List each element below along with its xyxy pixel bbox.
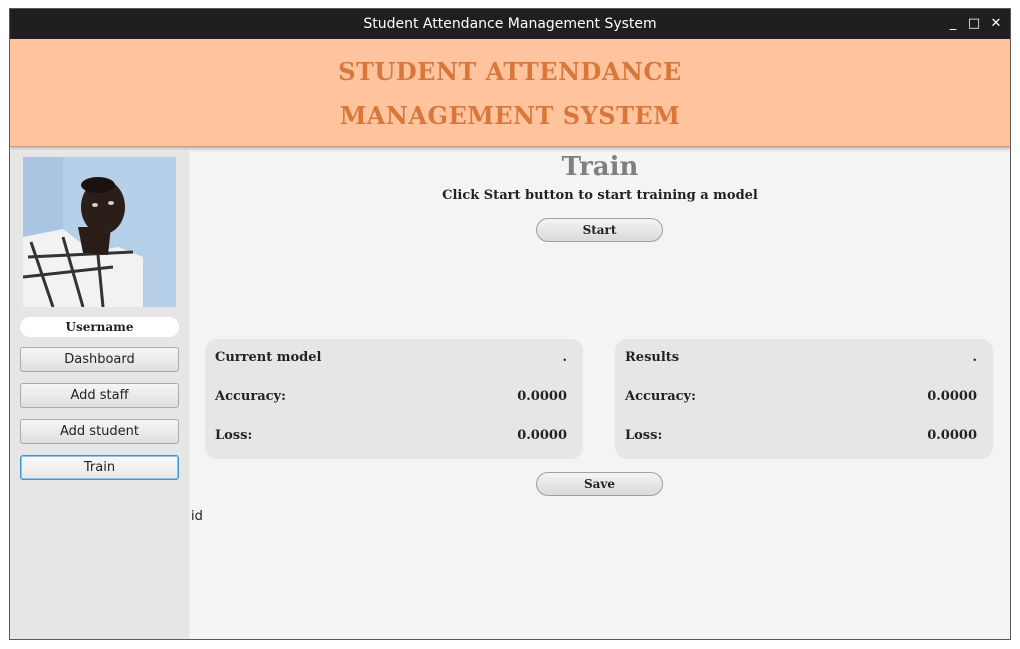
results-loss-label: Loss: xyxy=(625,428,663,443)
current-model-status: . xyxy=(562,350,567,365)
banner-title-line-2: MANAGEMENT SYSTEM xyxy=(339,101,681,130)
add-staff-button[interactable]: Add staff xyxy=(20,383,179,408)
app-window: Student Attendance Management System _ □… xyxy=(9,8,1011,640)
current-model-accuracy-label: Accuracy: xyxy=(215,389,286,404)
current-model-heading: Current model xyxy=(215,350,322,365)
page-title: Train xyxy=(561,152,639,182)
results-loss-row: Loss: 0.0000 xyxy=(625,428,977,446)
current-model-loss-row: Loss: 0.0000 xyxy=(215,428,567,446)
close-icon[interactable]: ✕ xyxy=(988,16,1004,32)
current-model-accuracy-value: 0.0000 xyxy=(517,389,567,404)
page-subtitle: Click Start button to start training a m… xyxy=(442,188,758,203)
results-panel: Results . Accuracy: 0.0000 Loss: 0.0000 xyxy=(615,339,993,459)
results-header-row: Results . xyxy=(625,350,977,368)
avatar xyxy=(23,157,176,307)
current-model-panel: Current model . Accuracy: 0.0000 Loss: 0… xyxy=(205,339,583,459)
current-model-accuracy-row: Accuracy: 0.0000 xyxy=(215,389,567,407)
maximize-icon[interactable]: □ xyxy=(966,16,982,32)
train-button[interactable]: Train xyxy=(20,455,179,480)
header-banner: STUDENT ATTENDANCE MANAGEMENT SYSTEM xyxy=(10,39,1010,147)
current-model-loss-label: Loss: xyxy=(215,428,253,443)
id-label: id xyxy=(191,509,203,524)
add-student-button[interactable]: Add student xyxy=(20,419,179,444)
results-status: . xyxy=(972,350,977,365)
start-button[interactable]: Start xyxy=(536,218,663,242)
dashboard-button[interactable]: Dashboard xyxy=(20,347,179,372)
banner-title-line-1: STUDENT ATTENDANCE xyxy=(338,57,682,86)
results-accuracy-label: Accuracy: xyxy=(625,389,696,404)
window-title: Student Attendance Management System xyxy=(363,16,657,32)
user-photo-icon xyxy=(23,157,176,307)
results-accuracy-row: Accuracy: 0.0000 xyxy=(625,389,977,407)
current-model-header-row: Current model . xyxy=(215,350,567,368)
current-model-loss-value: 0.0000 xyxy=(517,428,567,443)
title-bar[interactable]: Student Attendance Management System _ □… xyxy=(10,9,1010,39)
save-button[interactable]: Save xyxy=(536,472,663,496)
results-accuracy-value: 0.0000 xyxy=(927,389,977,404)
minimize-icon[interactable]: _ xyxy=(945,16,961,32)
results-loss-value: 0.0000 xyxy=(927,428,977,443)
results-heading: Results xyxy=(625,350,680,365)
sidebar: Username Dashboard Add staff Add student… xyxy=(10,150,189,639)
username-label: Username xyxy=(20,317,179,337)
